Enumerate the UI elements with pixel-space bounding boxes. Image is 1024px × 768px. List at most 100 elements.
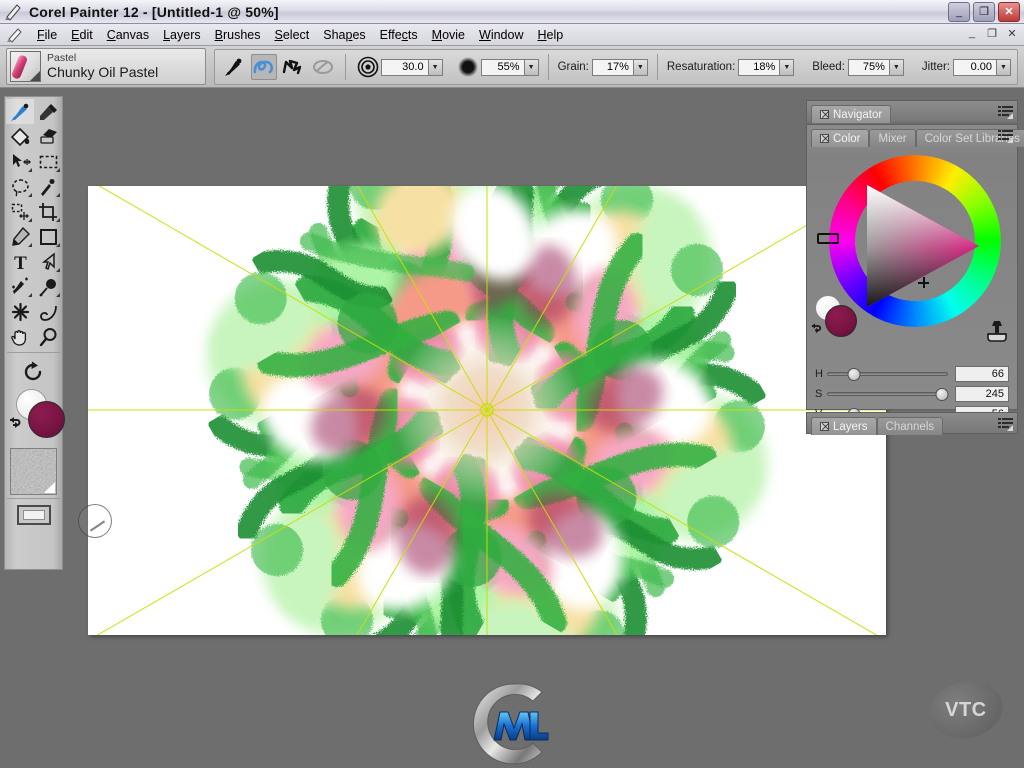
close-icon[interactable]	[820, 110, 829, 119]
doc-restore-button[interactable]: ❐	[986, 27, 998, 40]
title-bar: Corel Painter 12 - [Untitled-1 @ 50%] _ …	[0, 0, 1024, 24]
shape-selection-tool[interactable]	[34, 249, 62, 274]
rotate-page-icon[interactable]	[5, 356, 62, 383]
menu-item-window[interactable]: Window	[472, 26, 530, 44]
brush-tool[interactable]	[6, 99, 34, 124]
hue-marker[interactable]	[817, 233, 839, 244]
menu-item-shapes[interactable]: Shapes	[316, 26, 372, 44]
crop-tool[interactable]	[34, 199, 62, 224]
paint-bucket-tool[interactable]	[6, 124, 34, 149]
close-icon[interactable]	[820, 134, 829, 143]
clone-color-stamp-icon[interactable]	[983, 318, 1011, 351]
document-icon[interactable]	[6, 27, 24, 43]
menu-item-canvas[interactable]: Canvas	[100, 26, 156, 44]
navigator-panel-menu-icon[interactable]	[998, 105, 1013, 119]
magic-wand-tool[interactable]	[34, 174, 62, 199]
corel-painter-window: Corel Painter 12 - [Untitled-1 @ 50%] _ …	[0, 0, 1024, 768]
vtc-watermark-text: VTC	[945, 698, 987, 721]
brush-dab-preview-button[interactable]	[221, 54, 247, 80]
maximize-button[interactable]: ❐	[973, 2, 995, 22]
dropper-magnifier-tool[interactable]	[34, 274, 62, 299]
swap-colors-icon[interactable]	[809, 322, 825, 341]
menu-item-movie[interactable]: Movie	[425, 26, 472, 44]
saturation-slider-label: S	[815, 387, 823, 400]
kaleidoscope-tool[interactable]	[6, 299, 34, 324]
bleed-field[interactable]: 75%	[847, 58, 890, 76]
layers-panel-menu-icon[interactable]	[998, 417, 1013, 431]
close-button[interactable]: ✕	[998, 2, 1020, 22]
resaturation-dropdown-arrow[interactable]: ▼	[780, 58, 795, 76]
opacity-dropdown-arrow[interactable]: ▼	[524, 58, 539, 76]
menu-item-layers[interactable]: Layers	[156, 26, 208, 44]
divine-proportion-tool[interactable]	[34, 299, 62, 324]
hue-slider-track[interactable]	[827, 367, 948, 381]
tab-mixer[interactable]: Mixer	[869, 129, 916, 147]
color-wheel[interactable]	[807, 147, 1019, 359]
freehand-stroke-button[interactable]	[250, 54, 277, 80]
dropper-tool[interactable]	[34, 99, 62, 124]
tab-channels-label: Channels	[885, 420, 935, 433]
main-color-swatch[interactable]	[825, 305, 857, 337]
document-canvas[interactable]	[88, 186, 886, 635]
rectangular-shape-tool[interactable]	[34, 224, 62, 249]
tab-layers[interactable]: Layers	[811, 417, 877, 435]
eraser-tool[interactable]	[34, 124, 62, 149]
toolbox-divider-2	[7, 498, 60, 499]
tab-channels[interactable]: Channels	[876, 417, 944, 435]
hue-slider-value[interactable]: 66	[955, 365, 1009, 382]
pen-tool[interactable]	[6, 224, 34, 249]
grain-field[interactable]: 17%	[591, 58, 634, 76]
grain-control: Grain: 17% ▼	[557, 58, 648, 76]
main-color-swatch[interactable]	[28, 401, 65, 438]
color-panel-menu-icon[interactable]	[998, 129, 1013, 143]
color-panel: Color Mixer Color Set Libraries H 66 S 2…	[806, 124, 1024, 422]
layer-adjuster-tool[interactable]	[6, 149, 34, 174]
brush-selector[interactable]: Pastel Chunky Oil Pastel	[6, 48, 206, 85]
tab-color[interactable]: Color	[811, 129, 870, 147]
color-picker-crosshair[interactable]	[918, 277, 929, 288]
menu-item-select[interactable]: Select	[268, 26, 317, 44]
lasso-tool[interactable]	[6, 174, 34, 199]
hue-slider-knob[interactable]	[847, 367, 861, 381]
toolbox-divider	[7, 352, 60, 353]
size-control: 30.0 ▼	[355, 54, 443, 80]
resaturation-field[interactable]: 18%	[738, 58, 781, 76]
doc-minimize-button[interactable]: _	[966, 27, 978, 40]
menu-item-edit[interactable]: Edit	[64, 26, 100, 44]
straight-line-stroke-button[interactable]	[281, 54, 307, 80]
app-icon	[4, 3, 24, 21]
size-field[interactable]: 30.0	[380, 58, 429, 76]
minimize-button[interactable]: _	[948, 2, 970, 22]
bleed-label: Bleed:	[812, 61, 845, 73]
cloner-tool[interactable]	[6, 274, 34, 299]
saturation-slider-value[interactable]: 245	[955, 385, 1009, 402]
opacity-field[interactable]: 55%	[480, 58, 525, 76]
paper-texture-swatch[interactable]	[10, 448, 57, 495]
selection-adjuster-tool[interactable]	[6, 199, 34, 224]
magnifier-tool[interactable]	[34, 324, 62, 349]
menu-item-effects[interactable]: Effects	[373, 26, 425, 44]
saturation-slider-track[interactable]	[827, 387, 949, 401]
jitter-field[interactable]: 0.00	[953, 58, 998, 76]
color-tabrow: Color Mixer Color Set Libraries	[807, 125, 1024, 147]
menu-item-brushes[interactable]: Brushes	[208, 26, 268, 44]
saturation-slider-knob[interactable]	[935, 387, 949, 401]
doc-close-button[interactable]: ✕	[1006, 27, 1018, 40]
jitter-dropdown-arrow[interactable]: ▼	[997, 58, 1012, 76]
text-tool[interactable]: T	[6, 249, 34, 274]
swap-colors-icon[interactable]	[7, 415, 25, 436]
grain-label: Grain:	[557, 61, 589, 73]
brush-loading-button[interactable]	[310, 54, 336, 80]
hue-slider-label: H	[815, 367, 823, 380]
color-swatches	[5, 385, 65, 445]
size-dropdown-arrow[interactable]: ▼	[428, 58, 443, 76]
bleed-dropdown-arrow[interactable]: ▼	[889, 58, 904, 76]
grabber-tool[interactable]	[6, 324, 34, 349]
tab-navigator[interactable]: Navigator	[811, 105, 892, 123]
grain-dropdown-arrow[interactable]: ▼	[633, 58, 648, 76]
menu-item-file[interactable]: File	[30, 26, 64, 44]
rectangular-selection-tool[interactable]	[34, 149, 62, 174]
close-icon[interactable]	[820, 422, 829, 431]
menu-item-help[interactable]: Help	[531, 26, 571, 44]
media-selector-button[interactable]	[16, 505, 51, 525]
